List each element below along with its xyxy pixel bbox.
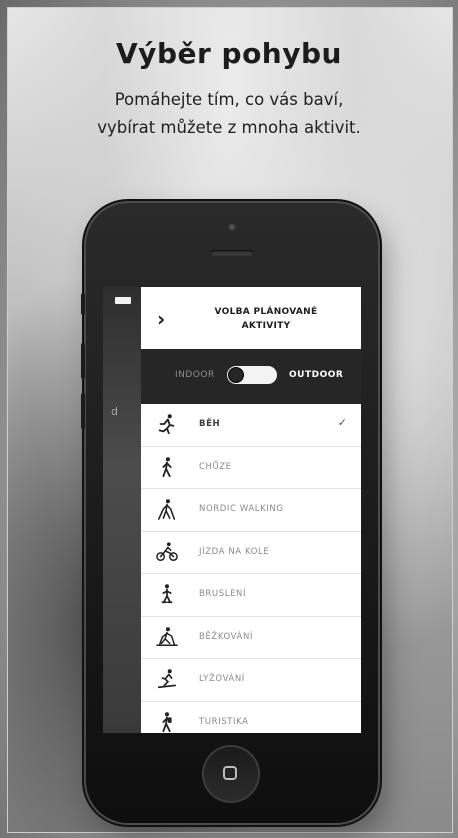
activity-item-skating[interactable]: BRUSLENÍ — [141, 574, 361, 617]
cross-country-ski-icon — [156, 626, 178, 646]
activity-list: BĚH ✓ CHŮZE NORDIC WALKING JÍZDA NA KOLE… — [141, 404, 361, 733]
activity-item-walk[interactable]: CHŮZE — [141, 447, 361, 489]
activity-label: BRUSLENÍ — [199, 589, 247, 599]
cycling-icon — [156, 541, 178, 561]
indoor-outdoor-toggle-bar: INDOOR OUTDOOR — [141, 349, 361, 404]
panel-title-line2: AKTIVITY — [241, 321, 291, 331]
activity-label: CHŮZE — [199, 461, 232, 472]
checkmark-icon: ✓ — [337, 416, 347, 429]
promo-subtitle: Pomáhejte tím, co vás baví, vybírat může… — [0, 86, 458, 142]
activity-item-hiking[interactable]: TURISTIKA — [141, 702, 361, 734]
walking-icon — [162, 456, 172, 477]
switch-knob — [229, 368, 243, 382]
panel-title-line1: VOLBA PLÁNOVANÉ — [214, 307, 318, 317]
home-button[interactable] — [202, 745, 260, 803]
home-square-icon — [223, 766, 237, 780]
activity-label: JÍZDA NA KOLE — [199, 546, 270, 557]
phone-volume-up — [81, 343, 85, 379]
activity-label: NORDIC WALKING — [199, 504, 284, 514]
activity-item-skiing[interactable]: LYŽOVÁNÍ — [141, 659, 361, 702]
chevron-right-icon[interactable]: › — [157, 307, 165, 331]
activity-label: TURISTIKA — [199, 716, 249, 727]
phone-mute-switch — [81, 293, 85, 315]
background-screen-text: d — [111, 405, 118, 418]
promo-subtitle-line1: Pomáhejte tím, co vás baví, — [114, 90, 344, 109]
phone-mockup: d › VOLBA PLÁNOVANÉ AKTIVITY INDOOR OUTD… — [81, 203, 378, 823]
activity-picker-panel: › VOLBA PLÁNOVANÉ AKTIVITY INDOOR OUTDOO… — [141, 287, 361, 733]
panel-header: › VOLBA PLÁNOVANÉ AKTIVITY — [141, 287, 361, 350]
battery-icon — [115, 297, 131, 304]
hiking-icon — [162, 711, 172, 732]
running-icon — [158, 414, 175, 435]
promo-title: Výběr pohybu — [116, 37, 342, 70]
panel-title: VOLBA PLÁNOVANÉ AKTIVITY — [191, 305, 341, 333]
activity-label: LYŽOVÁNÍ — [199, 674, 245, 684]
background-screen-strip: d — [103, 287, 141, 733]
nordic-walking-icon — [157, 499, 176, 520]
skating-icon — [161, 584, 173, 604]
skiing-icon — [157, 669, 177, 689]
phone-volume-down — [81, 393, 85, 429]
promo-subtitle-line2: vybírat můžete z mnoha aktivit. — [97, 118, 361, 137]
outdoor-label[interactable]: OUTDOOR — [289, 370, 343, 380]
activity-label: BĚŽKOVÁNÍ — [199, 631, 254, 642]
activity-label: BĚH — [199, 419, 221, 429]
activity-item-cycling[interactable]: JÍZDA NA KOLE — [141, 532, 361, 574]
phone-screen: d › VOLBA PLÁNOVANÉ AKTIVITY INDOOR OUTD… — [103, 287, 361, 733]
indoor-label[interactable]: INDOOR — [175, 370, 215, 380]
activity-item-run[interactable]: BĚH ✓ — [141, 404, 361, 447]
indoor-outdoor-switch[interactable] — [227, 366, 277, 384]
activity-item-nordic-walking[interactable]: NORDIC WALKING — [141, 489, 361, 532]
front-camera — [228, 223, 236, 231]
activity-item-cross-country-ski[interactable]: BĚŽKOVÁNÍ — [141, 617, 361, 659]
earpiece-speaker — [210, 250, 254, 256]
